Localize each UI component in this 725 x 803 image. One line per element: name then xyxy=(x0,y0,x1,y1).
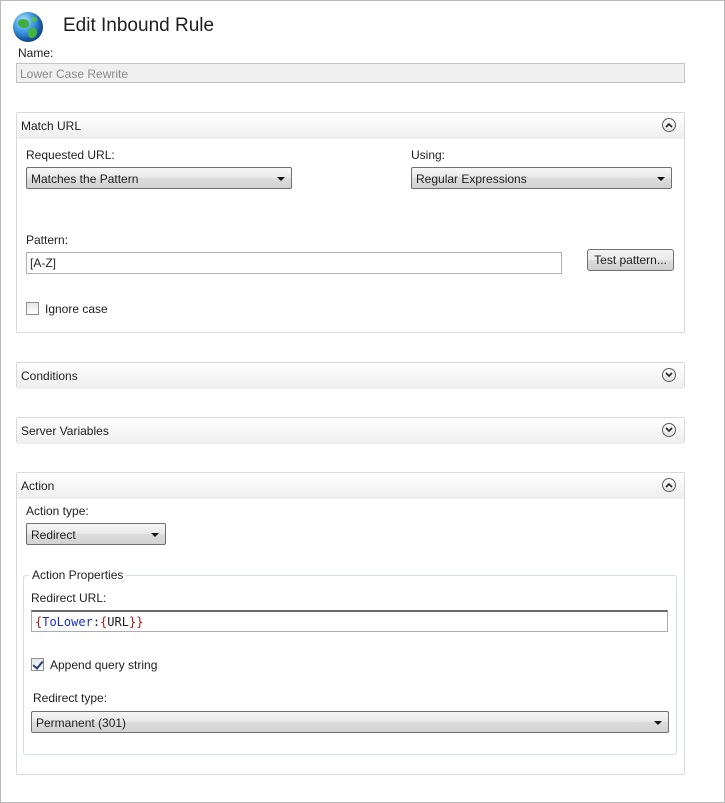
redirect-url-colon: : xyxy=(92,615,101,629)
expand-icon[interactable] xyxy=(662,423,676,437)
name-field: Lower Case Rewrite xyxy=(16,63,685,83)
conditions-header[interactable]: Conditions xyxy=(17,363,684,389)
redirect-url-value: {ToLower:{URL}} xyxy=(35,615,143,629)
redirect-url-variable: URL xyxy=(107,615,129,629)
conditions-title: Conditions xyxy=(21,369,78,383)
pattern-value: [A-Z] xyxy=(30,256,56,270)
collapse-icon[interactable] xyxy=(662,118,676,132)
server-variables-section[interactable]: Server Variables xyxy=(16,417,685,444)
redirect-url-label: Redirect URL: xyxy=(31,591,107,605)
test-pattern-button[interactable]: Test pattern... xyxy=(587,249,674,271)
action-type-select[interactable]: Redirect xyxy=(26,523,166,545)
action-properties-legend: Action Properties xyxy=(29,568,127,582)
requested-url-select[interactable]: Matches the Pattern xyxy=(26,167,292,189)
dropdown-arrow-icon xyxy=(657,177,665,181)
redirect-url-function: ToLower xyxy=(42,615,93,629)
redirect-type-label: Redirect type: xyxy=(33,691,108,705)
append-query-checkbox[interactable] xyxy=(31,658,44,671)
using-value: Regular Expressions xyxy=(416,172,527,186)
collapse-icon[interactable] xyxy=(662,478,676,492)
using-select[interactable]: Regular Expressions xyxy=(411,167,672,189)
redirect-type-value: Permanent (301) xyxy=(36,716,127,730)
redirect-url-input[interactable]: {ToLower:{URL}} xyxy=(31,610,668,632)
requested-url-value: Matches the Pattern xyxy=(31,172,139,186)
append-query-label[interactable]: Append query string xyxy=(50,658,157,672)
redirect-type-select[interactable]: Permanent (301) xyxy=(31,711,669,733)
action-title: Action xyxy=(21,479,55,493)
redirect-url-close-braces: }} xyxy=(128,615,144,629)
action-type-label: Action type: xyxy=(26,504,89,518)
dropdown-arrow-icon xyxy=(151,533,159,537)
expand-icon[interactable] xyxy=(662,368,676,382)
using-label: Using: xyxy=(411,148,446,162)
requested-url-label: Requested URL: xyxy=(26,148,115,162)
match-url-section: Match URL xyxy=(16,112,685,333)
match-url-header[interactable]: Match URL xyxy=(17,113,684,139)
page-title: Edit Inbound Rule xyxy=(63,15,215,36)
globe-icon xyxy=(13,12,43,42)
action-header[interactable]: Action xyxy=(17,473,684,499)
pattern-input[interactable]: [A-Z] xyxy=(26,252,562,274)
pattern-label: Pattern: xyxy=(26,233,69,247)
dropdown-arrow-icon xyxy=(654,721,662,725)
match-url-title: Match URL xyxy=(21,119,82,133)
name-label: Name: xyxy=(18,46,54,60)
ignore-case-checkbox[interactable] xyxy=(26,302,39,315)
action-type-value: Redirect xyxy=(31,528,76,542)
server-variables-header[interactable]: Server Variables xyxy=(17,418,684,444)
dropdown-arrow-icon xyxy=(277,177,285,181)
server-variables-title: Server Variables xyxy=(21,424,109,438)
conditions-section[interactable]: Conditions xyxy=(16,362,685,389)
ignore-case-label[interactable]: Ignore case xyxy=(45,302,108,316)
